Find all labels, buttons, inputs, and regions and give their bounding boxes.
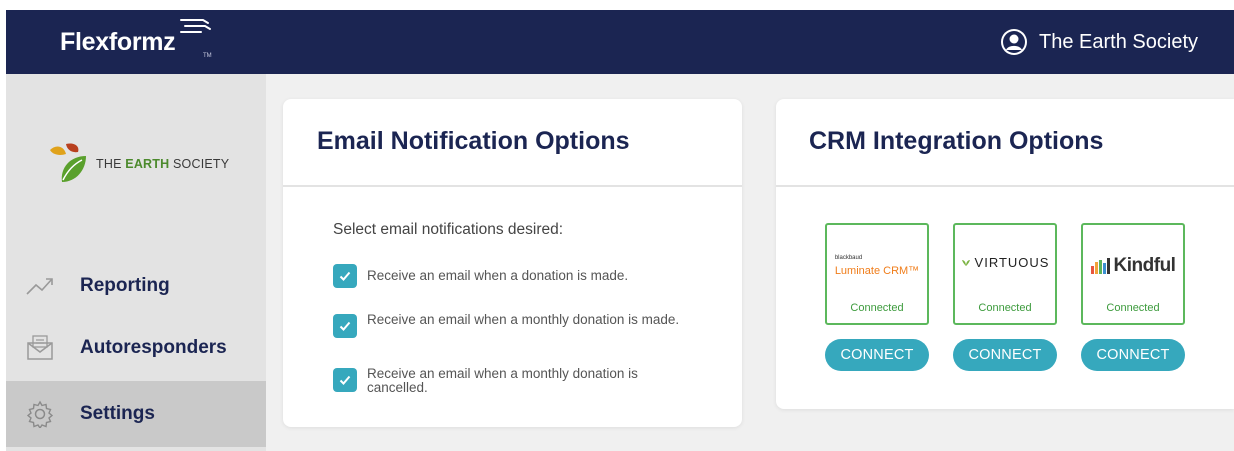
connect-virtuous-button[interactable]: CONNECT	[953, 339, 1057, 371]
crm-integration-card: CRM Integration Options blackbaud Lumina…	[776, 99, 1234, 409]
top-bar: Flexformz TM The Earth Society	[6, 10, 1234, 74]
sidebar-item-label: Reporting	[80, 275, 170, 296]
email-notification-card: Email Notification Options Select email …	[283, 99, 742, 427]
account-name: The Earth Society	[1039, 30, 1198, 53]
user-circle-icon	[1001, 29, 1028, 55]
crm-card-title: CRM Integration Options	[809, 127, 1104, 155]
connection-status: Connected	[850, 302, 904, 314]
leaf-logo-icon	[50, 143, 86, 182]
donation-checkbox[interactable]	[333, 264, 357, 288]
kindful-logo: Kindful	[1083, 255, 1183, 277]
connection-status: Connected	[978, 302, 1032, 314]
email-option-donation: Receive an email when a donation is made…	[333, 264, 687, 288]
card-divider	[776, 185, 1234, 187]
account-menu[interactable]: The Earth Society	[999, 27, 1198, 57]
sidebar-item-autoresponders[interactable]: Autoresponders	[6, 319, 266, 377]
sidebar-item-settings[interactable]: Settings	[6, 381, 266, 447]
option-label: Receive an email when a donation is made…	[367, 268, 629, 283]
sidebar-item-reporting[interactable]: Reporting	[6, 257, 266, 315]
organization-name: THE EARTH SOCIETY	[96, 157, 230, 171]
virtuous-leaf-icon	[961, 259, 970, 266]
sidebar-item-label: Autoresponders	[80, 337, 227, 358]
monthly-cancelled-checkbox[interactable]	[333, 368, 357, 392]
email-card-title: Email Notification Options	[317, 127, 630, 155]
sidebar-item-label: Settings	[80, 403, 155, 424]
connection-status: Connected	[1106, 302, 1160, 314]
email-option-monthly-cancelled: Receive an email when a monthly donation…	[333, 366, 687, 395]
brand-trademark: TM	[203, 53, 212, 59]
connect-luminate-button[interactable]: CONNECT	[825, 339, 929, 371]
option-label: Receive an email when a monthly donation…	[367, 312, 680, 327]
kindful-bars-icon	[1090, 258, 1110, 274]
email-option-monthly-donation: Receive an email when a monthly donation…	[333, 312, 687, 338]
organization-logo: THE EARTH SOCIETY	[48, 142, 229, 186]
luminate-crm-tile: blackbaud Luminate CRM™ Connected	[825, 223, 929, 325]
sidebar: THE EARTH SOCIETY Reporting Autoresponde…	[6, 74, 266, 451]
checkmark-icon	[339, 271, 351, 281]
brand-logo[interactable]: Flexformz	[60, 28, 176, 57]
connect-kindful-button[interactable]: CONNECT	[1081, 339, 1185, 371]
envelope-icon	[27, 335, 53, 360]
kindful-tile: Kindful Connected	[1081, 223, 1185, 325]
app-window: Flexformz TM The Earth Society THE EARTH…	[6, 10, 1234, 451]
gear-icon	[26, 400, 54, 428]
brand-wave-icon	[180, 19, 211, 33]
trend-line-icon	[26, 278, 53, 295]
email-prompt: Select email notifications desired:	[333, 221, 564, 238]
luminate-crm-logo: blackbaud Luminate CRM™	[834, 255, 920, 277]
monthly-donation-checkbox[interactable]	[333, 314, 357, 338]
virtuous-tile: VIRTUOUS Connected	[953, 223, 1057, 325]
checkmark-icon	[339, 321, 351, 331]
card-divider	[283, 185, 742, 187]
checkmark-icon	[339, 375, 351, 385]
virtuous-logo: VIRTUOUS	[955, 255, 1055, 270]
option-label: Receive an email when a monthly donation…	[367, 366, 638, 395]
